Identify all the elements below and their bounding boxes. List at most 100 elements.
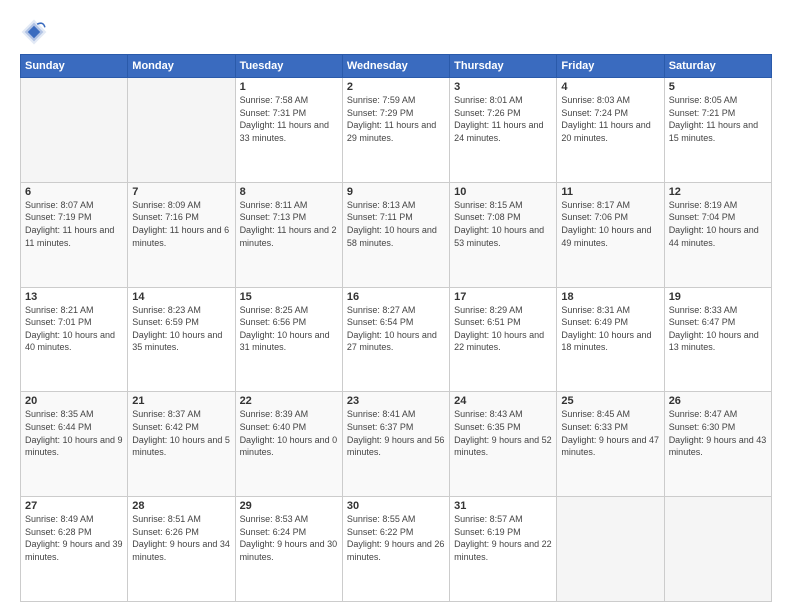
- sunset: Sunset: 7:21 PM: [669, 108, 736, 118]
- day-number: 3: [454, 81, 552, 93]
- daylight: Daylight: 11 hours and 11 minutes.: [25, 225, 114, 248]
- sunrise: Sunrise: 8:53 AM: [240, 514, 309, 524]
- sunset: Sunset: 6:33 PM: [561, 422, 628, 432]
- day-info: Sunrise: 8:57 AM Sunset: 6:19 PM Dayligh…: [454, 513, 552, 563]
- calendar-header-row: SundayMondayTuesdayWednesdayThursdayFrid…: [21, 55, 772, 78]
- day-info: Sunrise: 8:39 AM Sunset: 6:40 PM Dayligh…: [240, 408, 338, 458]
- day-number: 29: [240, 500, 338, 512]
- sunset: Sunset: 6:37 PM: [347, 422, 414, 432]
- sunset: Sunset: 6:44 PM: [25, 422, 92, 432]
- sunrise: Sunrise: 8:33 AM: [669, 305, 738, 315]
- daylight: Daylight: 11 hours and 20 minutes.: [561, 120, 650, 143]
- daylight: Daylight: 10 hours and 27 minutes.: [347, 330, 437, 353]
- sunrise: Sunrise: 8:13 AM: [347, 200, 416, 210]
- sunrise: Sunrise: 8:07 AM: [25, 200, 94, 210]
- day-number: 5: [669, 81, 767, 93]
- daylight: Daylight: 10 hours and 44 minutes.: [669, 225, 759, 248]
- day-number: 7: [132, 186, 230, 198]
- day-info: Sunrise: 8:41 AM Sunset: 6:37 PM Dayligh…: [347, 408, 445, 458]
- calendar-week-5: 27 Sunrise: 8:49 AM Sunset: 6:28 PM Dayl…: [21, 497, 772, 602]
- daylight: Daylight: 11 hours and 29 minutes.: [347, 120, 436, 143]
- daylight: Daylight: 10 hours and 49 minutes.: [561, 225, 651, 248]
- daylight: Daylight: 10 hours and 18 minutes.: [561, 330, 651, 353]
- sunset: Sunset: 6:42 PM: [132, 422, 199, 432]
- day-info: Sunrise: 7:58 AM Sunset: 7:31 PM Dayligh…: [240, 94, 338, 144]
- day-number: 18: [561, 291, 659, 303]
- sunrise: Sunrise: 8:35 AM: [25, 409, 94, 419]
- sunrise: Sunrise: 8:43 AM: [454, 409, 523, 419]
- sunrise: Sunrise: 8:51 AM: [132, 514, 201, 524]
- sunset: Sunset: 7:19 PM: [25, 212, 92, 222]
- calendar-cell: 20 Sunrise: 8:35 AM Sunset: 6:44 PM Dayl…: [21, 392, 128, 497]
- sunrise: Sunrise: 8:17 AM: [561, 200, 630, 210]
- calendar-week-2: 6 Sunrise: 8:07 AM Sunset: 7:19 PM Dayli…: [21, 182, 772, 287]
- day-info: Sunrise: 8:43 AM Sunset: 6:35 PM Dayligh…: [454, 408, 552, 458]
- calendar-cell: 2 Sunrise: 7:59 AM Sunset: 7:29 PM Dayli…: [342, 78, 449, 183]
- day-number: 8: [240, 186, 338, 198]
- calendar-cell: 1 Sunrise: 7:58 AM Sunset: 7:31 PM Dayli…: [235, 78, 342, 183]
- day-number: 9: [347, 186, 445, 198]
- sunrise: Sunrise: 8:09 AM: [132, 200, 201, 210]
- day-info: Sunrise: 8:47 AM Sunset: 6:30 PM Dayligh…: [669, 408, 767, 458]
- daylight: Daylight: 10 hours and 40 minutes.: [25, 330, 115, 353]
- sunset: Sunset: 7:06 PM: [561, 212, 628, 222]
- calendar-cell: 10 Sunrise: 8:15 AM Sunset: 7:08 PM Dayl…: [450, 182, 557, 287]
- day-info: Sunrise: 8:23 AM Sunset: 6:59 PM Dayligh…: [132, 304, 230, 354]
- daylight: Daylight: 9 hours and 26 minutes.: [347, 539, 445, 562]
- sunset: Sunset: 6:47 PM: [669, 317, 736, 327]
- sunrise: Sunrise: 8:25 AM: [240, 305, 309, 315]
- calendar-cell: 17 Sunrise: 8:29 AM Sunset: 6:51 PM Dayl…: [450, 287, 557, 392]
- daylight: Daylight: 9 hours and 34 minutes.: [132, 539, 230, 562]
- calendar-cell: 3 Sunrise: 8:01 AM Sunset: 7:26 PM Dayli…: [450, 78, 557, 183]
- sunset: Sunset: 6:30 PM: [669, 422, 736, 432]
- daylight: Daylight: 11 hours and 15 minutes.: [669, 120, 758, 143]
- daylight: Daylight: 10 hours and 5 minutes.: [132, 435, 230, 458]
- day-number: 31: [454, 500, 552, 512]
- calendar-cell: 22 Sunrise: 8:39 AM Sunset: 6:40 PM Dayl…: [235, 392, 342, 497]
- day-info: Sunrise: 8:13 AM Sunset: 7:11 PM Dayligh…: [347, 199, 445, 249]
- calendar-cell: 29 Sunrise: 8:53 AM Sunset: 6:24 PM Dayl…: [235, 497, 342, 602]
- day-number: 15: [240, 291, 338, 303]
- day-info: Sunrise: 8:51 AM Sunset: 6:26 PM Dayligh…: [132, 513, 230, 563]
- day-number: 23: [347, 395, 445, 407]
- daylight: Daylight: 10 hours and 35 minutes.: [132, 330, 222, 353]
- daylight: Daylight: 9 hours and 43 minutes.: [669, 435, 767, 458]
- sunrise: Sunrise: 8:47 AM: [669, 409, 738, 419]
- daylight: Daylight: 9 hours and 22 minutes.: [454, 539, 552, 562]
- sunset: Sunset: 7:31 PM: [240, 108, 307, 118]
- calendar-cell: 14 Sunrise: 8:23 AM Sunset: 6:59 PM Dayl…: [128, 287, 235, 392]
- calendar-cell: 28 Sunrise: 8:51 AM Sunset: 6:26 PM Dayl…: [128, 497, 235, 602]
- day-info: Sunrise: 8:19 AM Sunset: 7:04 PM Dayligh…: [669, 199, 767, 249]
- daylight: Daylight: 10 hours and 58 minutes.: [347, 225, 437, 248]
- day-info: Sunrise: 8:07 AM Sunset: 7:19 PM Dayligh…: [25, 199, 123, 249]
- sunrise: Sunrise: 8:39 AM: [240, 409, 309, 419]
- sunset: Sunset: 6:35 PM: [454, 422, 521, 432]
- calendar-cell: 18 Sunrise: 8:31 AM Sunset: 6:49 PM Dayl…: [557, 287, 664, 392]
- day-info: Sunrise: 8:01 AM Sunset: 7:26 PM Dayligh…: [454, 94, 552, 144]
- calendar-cell: 9 Sunrise: 8:13 AM Sunset: 7:11 PM Dayli…: [342, 182, 449, 287]
- day-info: Sunrise: 8:53 AM Sunset: 6:24 PM Dayligh…: [240, 513, 338, 563]
- sunrise: Sunrise: 8:01 AM: [454, 95, 523, 105]
- sunrise: Sunrise: 8:31 AM: [561, 305, 630, 315]
- calendar-week-3: 13 Sunrise: 8:21 AM Sunset: 7:01 PM Dayl…: [21, 287, 772, 392]
- day-info: Sunrise: 8:29 AM Sunset: 6:51 PM Dayligh…: [454, 304, 552, 354]
- sunrise: Sunrise: 8:29 AM: [454, 305, 523, 315]
- day-info: Sunrise: 8:03 AM Sunset: 7:24 PM Dayligh…: [561, 94, 659, 144]
- day-header-saturday: Saturday: [664, 55, 771, 78]
- calendar-cell: 7 Sunrise: 8:09 AM Sunset: 7:16 PM Dayli…: [128, 182, 235, 287]
- sunset: Sunset: 6:56 PM: [240, 317, 307, 327]
- sunset: Sunset: 6:26 PM: [132, 527, 199, 537]
- daylight: Daylight: 9 hours and 52 minutes.: [454, 435, 552, 458]
- sunrise: Sunrise: 8:41 AM: [347, 409, 416, 419]
- sunset: Sunset: 7:26 PM: [454, 108, 521, 118]
- daylight: Daylight: 9 hours and 56 minutes.: [347, 435, 445, 458]
- calendar-cell: 12 Sunrise: 8:19 AM Sunset: 7:04 PM Dayl…: [664, 182, 771, 287]
- day-number: 12: [669, 186, 767, 198]
- calendar-cell: 31 Sunrise: 8:57 AM Sunset: 6:19 PM Dayl…: [450, 497, 557, 602]
- sunset: Sunset: 6:28 PM: [25, 527, 92, 537]
- sunrise: Sunrise: 8:23 AM: [132, 305, 201, 315]
- sunset: Sunset: 7:24 PM: [561, 108, 628, 118]
- daylight: Daylight: 10 hours and 31 minutes.: [240, 330, 330, 353]
- day-number: 11: [561, 186, 659, 198]
- day-header-tuesday: Tuesday: [235, 55, 342, 78]
